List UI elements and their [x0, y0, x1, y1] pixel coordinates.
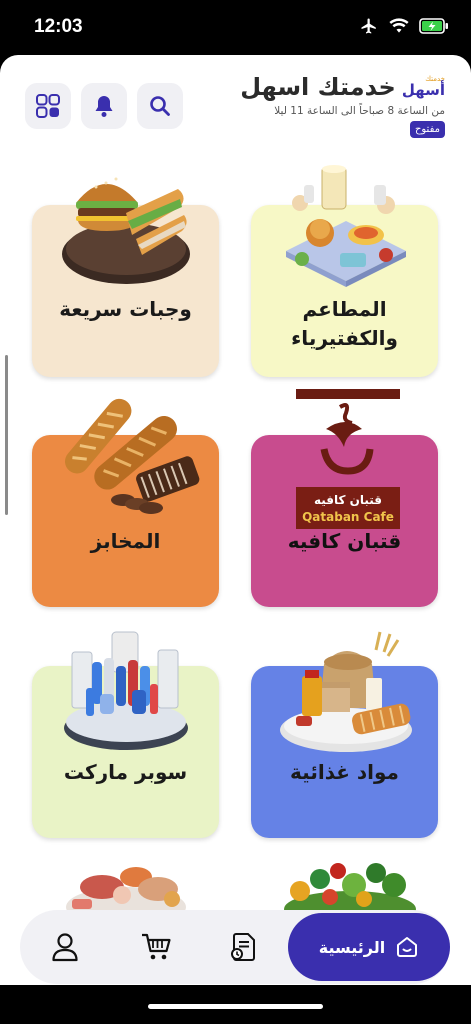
nav-profile-button[interactable]	[42, 924, 88, 970]
search-button[interactable]	[137, 83, 183, 129]
grid-icon	[36, 94, 60, 118]
cafe-logo-arabic: قتبان كافيه	[314, 493, 382, 507]
status-icons	[359, 17, 449, 35]
vegetables-image	[284, 863, 416, 912]
opening-hours: من الساعة 8 صباحاً الى الساعة 11 ليلا	[274, 105, 445, 117]
category-label: المطاعم والكفتيرياء	[291, 297, 398, 350]
airplane-icon	[361, 18, 376, 34]
nav-home-button[interactable]: الرئيسية	[288, 913, 450, 981]
battery-charging-icon	[419, 18, 448, 34]
status-time: 12:03	[34, 16, 83, 37]
bell-icon	[95, 96, 113, 117]
nav-cart-button[interactable]	[133, 924, 179, 970]
app-title: خدمتك اسهل	[240, 73, 396, 101]
scroll-indicator	[5, 355, 8, 515]
fast-food-image	[62, 177, 190, 284]
nav-home-label: الرئيسية	[318, 937, 386, 957]
nav-orders-button[interactable]	[220, 924, 266, 970]
bottom-navigation: الرئيسية	[20, 910, 450, 984]
category-label: سوبر ماركت	[63, 760, 188, 784]
brand-header: خدمتك أسهل خدمتك اسهل من الساعة 8 صباحاً…	[235, 73, 445, 138]
home-icon	[397, 937, 418, 957]
category-label: وجبات سريعة	[59, 297, 192, 321]
status-bar: 12:03	[0, 0, 471, 55]
supermarket-image	[64, 631, 188, 750]
grid-menu-button[interactable]	[25, 83, 71, 129]
restaurant-food-image	[286, 165, 406, 287]
category-label: مواد غذائية	[290, 760, 399, 784]
app-screen: خدمتك أسهل خدمتك اسهل من الساعة 8 صباحاً…	[0, 55, 471, 985]
category-label: قتبان كافيه	[287, 529, 402, 553]
qataban-cafe-logo: قتبان كافيه Qataban Cafe	[296, 389, 400, 529]
category-label: المخابز	[90, 529, 161, 553]
home-indicator[interactable]	[148, 1004, 323, 1009]
notifications-button[interactable]	[81, 83, 127, 129]
wifi-icon	[389, 18, 409, 33]
meat-platter-image	[66, 867, 186, 910]
bread-image	[65, 398, 200, 514]
cafe-logo-english: Qataban Cafe	[302, 510, 394, 524]
status-badge: مفتوح	[409, 121, 445, 138]
profile-icon	[52, 933, 78, 962]
cart-icon	[142, 933, 171, 960]
search-icon	[150, 96, 170, 116]
brand-logo: خدمتك أسهل	[401, 75, 445, 99]
food-supplies-image	[280, 631, 412, 752]
orders-icon	[231, 933, 255, 961]
